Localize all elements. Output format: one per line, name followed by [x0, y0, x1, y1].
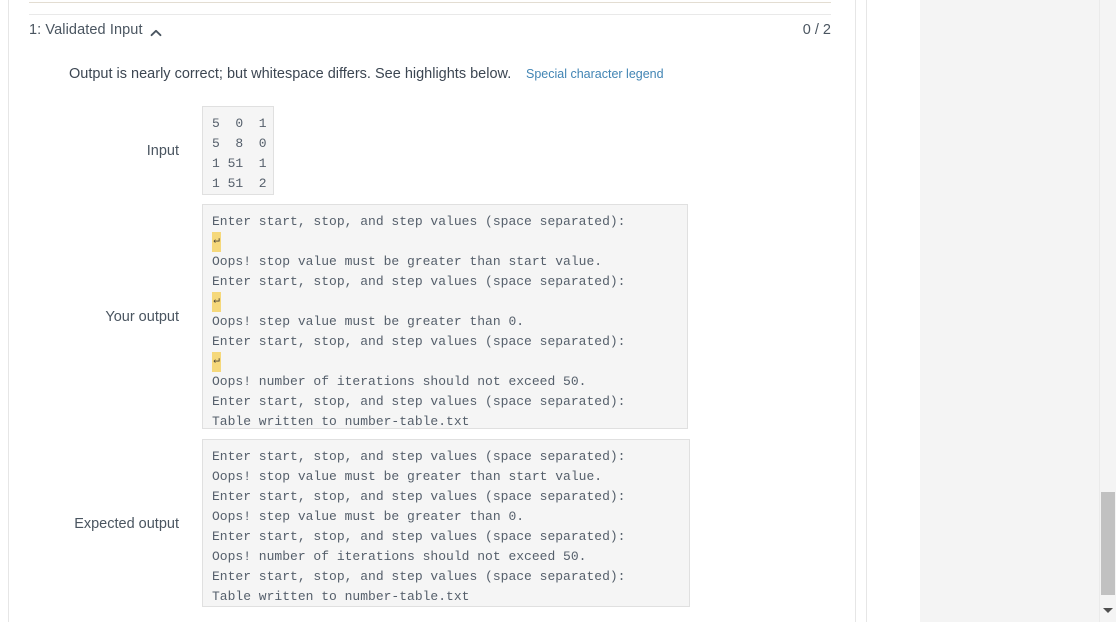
input-label: Input	[146, 143, 179, 159]
code-line: Table written to number-table.txt	[212, 414, 470, 429]
code-line: Enter start, stop, and step values (spac…	[212, 394, 626, 409]
whitespace-highlight: ↵	[212, 352, 221, 372]
chevron-down-icon[interactable]	[1103, 608, 1113, 613]
chevron-up-icon[interactable]	[148, 25, 164, 41]
your-output-box: Enter start, stop, and step values (spac…	[202, 204, 688, 429]
test-case-header[interactable]: 1: Validated Input 0 / 2	[29, 22, 831, 46]
code-line: ↵	[212, 292, 678, 312]
code-line: Oops! step value must be greater than 0.	[212, 314, 525, 329]
divider-top	[29, 2, 831, 3]
code-line: Enter start, stop, and step values (spac…	[212, 489, 626, 504]
right-gutter	[867, 0, 920, 622]
code-line: Enter start, stop, and step values (spac…	[212, 334, 626, 349]
code-line: 5 0 1	[212, 116, 267, 131]
test-case-score: 0 / 2	[802, 22, 831, 38]
expected-output-label: Expected output	[74, 516, 179, 532]
feedback-row: Output is nearly correct; but whitespace…	[69, 65, 664, 85]
page-root: 1: Validated Input 0 / 2 Output is nearl…	[0, 0, 1116, 622]
input-box: 5 0 1 5 8 0 1 51 1 1 51 2	[202, 106, 274, 195]
whitespace-highlight: ↵	[212, 232, 221, 252]
expected-output-box: Enter start, stop, and step values (spac…	[202, 439, 690, 607]
code-line: Oops! step value must be greater than 0.	[212, 509, 525, 524]
code-line: Enter start, stop, and step values (spac…	[212, 569, 626, 584]
code-line: Oops! number of iterations should not ex…	[212, 549, 587, 564]
panel-divider-left	[855, 0, 856, 622]
code-line: Oops! stop value must be greater than st…	[212, 254, 603, 269]
divider-secondary	[29, 14, 831, 15]
page-backdrop	[920, 0, 1100, 622]
code-line: Enter start, stop, and step values (spac…	[212, 214, 626, 229]
test-case-card: 1: Validated Input 0 / 2 Output is nearl…	[8, 0, 855, 622]
code-line: 1 51 1	[212, 156, 267, 171]
code-line: Enter start, stop, and step values (spac…	[212, 529, 626, 544]
your-output-label: Your output	[105, 309, 179, 325]
code-line: Oops! stop value must be greater than st…	[212, 469, 603, 484]
code-line: Enter start, stop, and step values (spac…	[212, 449, 626, 464]
code-line: ↵	[212, 352, 678, 372]
code-line: 1 51 2	[212, 176, 267, 191]
code-line: Enter start, stop, and step values (spac…	[212, 274, 626, 289]
feedback-message: Output is nearly correct; but whitespace…	[69, 66, 512, 82]
scrollbar-thumb[interactable]	[1101, 492, 1115, 595]
code-line: Oops! number of iterations should not ex…	[212, 374, 587, 389]
special-character-legend-link[interactable]: Special character legend	[526, 67, 664, 81]
code-line: 5 8 0	[212, 136, 267, 151]
test-case-title: 1: Validated Input	[29, 22, 143, 38]
code-line: ↵	[212, 232, 678, 252]
code-line: Table written to number-table.txt	[212, 589, 470, 604]
whitespace-highlight: ↵	[212, 292, 221, 312]
